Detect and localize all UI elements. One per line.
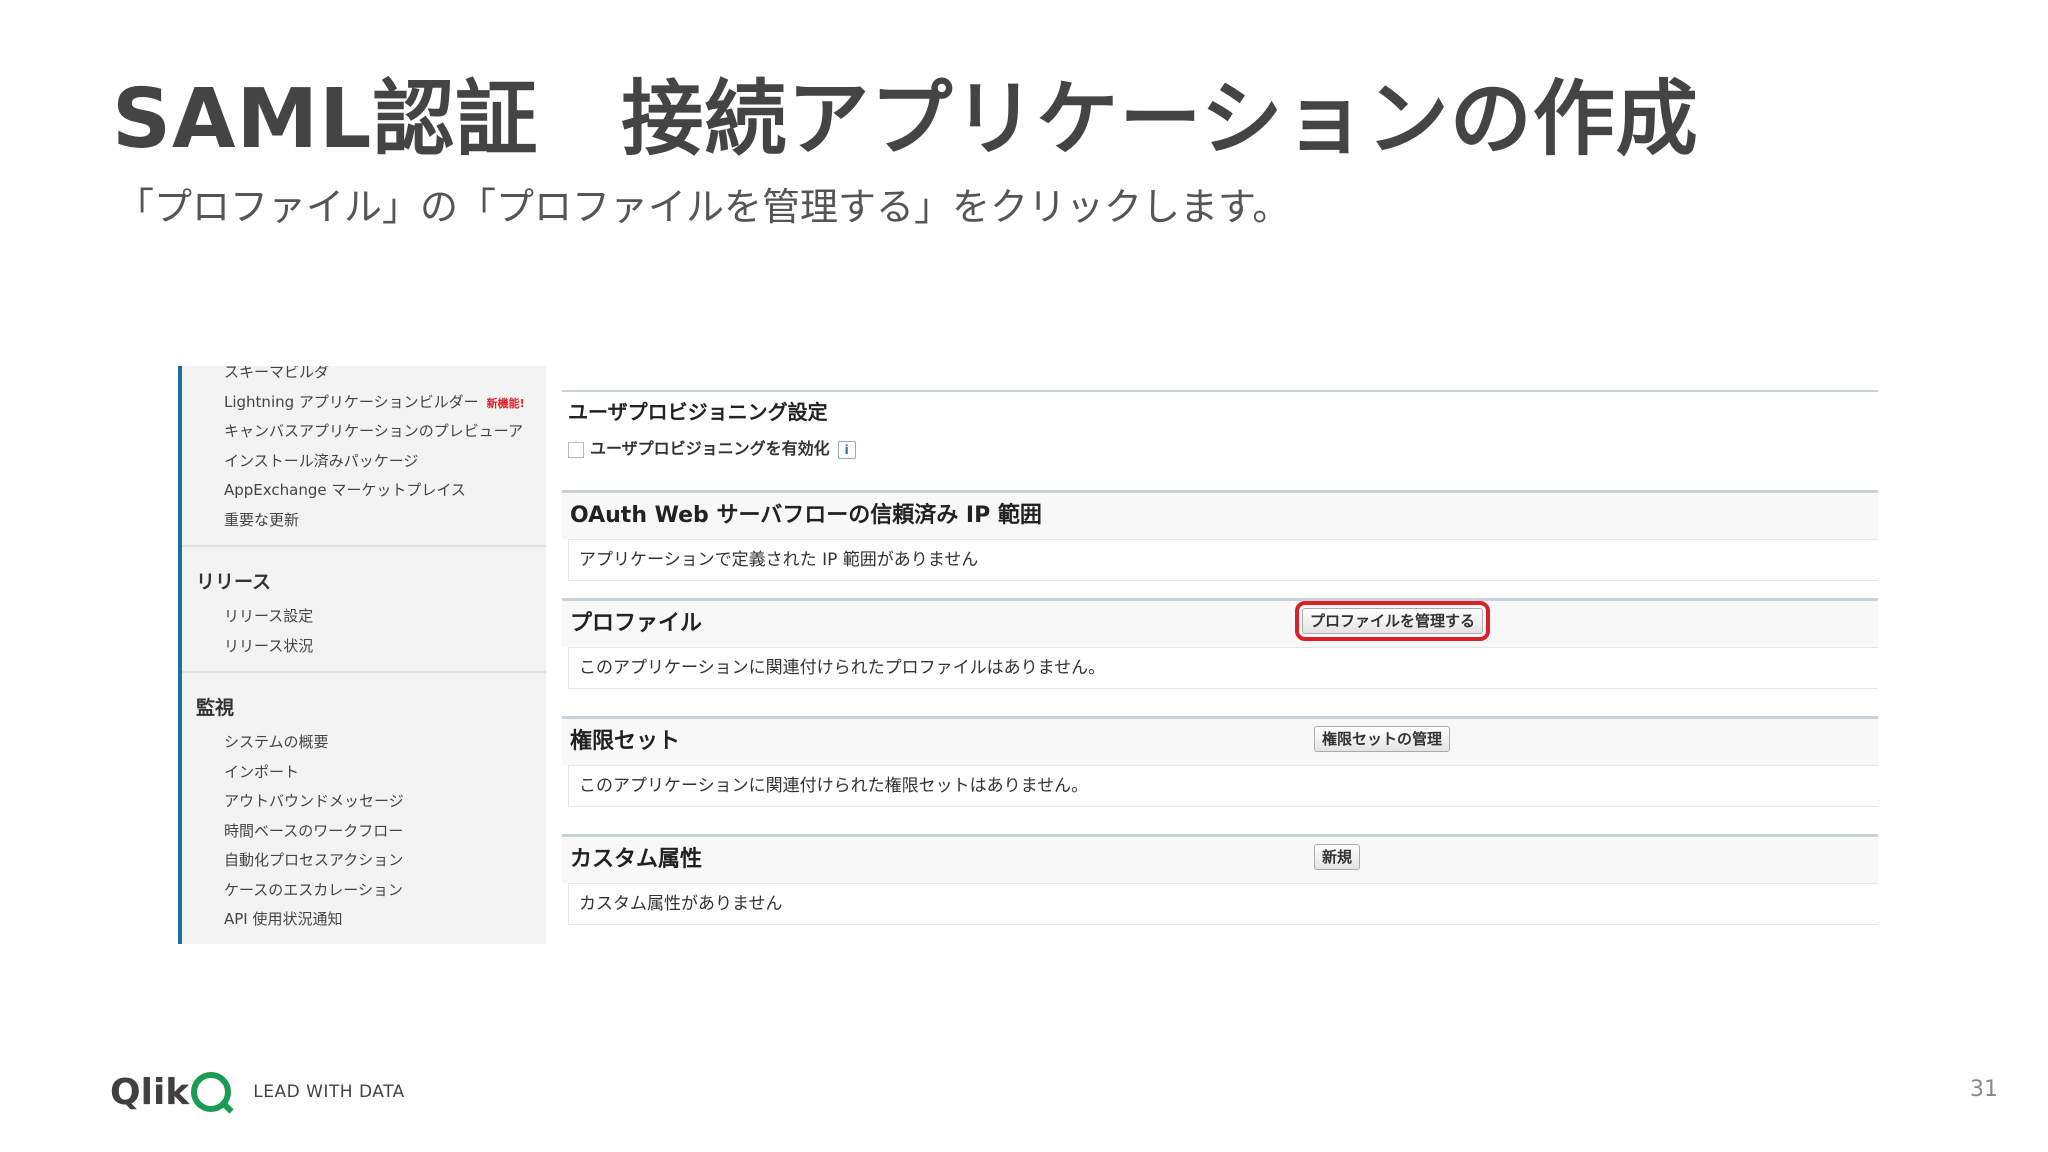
- sidebar-item-appexchange[interactable]: AppExchange マーケットプレイス: [182, 476, 546, 506]
- salesforce-screenshot: スキーマビルダ Lightning アプリケーションビルダー 新機能! キャンバス…: [178, 366, 1878, 944]
- sidebar-item-outbound-messages[interactable]: アウトバウンドメッセージ: [182, 787, 546, 817]
- sidebar-item-label: Lightning アプリケーションビルダー: [224, 392, 479, 411]
- section-body: このアプリケーションに関連付けられた権限セットはありません。: [568, 765, 1878, 807]
- section-title: カスタム属性: [570, 847, 703, 872]
- section-profiles: プロファイル プロファイルを管理する このアプリケーションに関連付けられたプロフ…: [562, 598, 1878, 689]
- sidebar-heading-release[interactable]: リリース: [182, 547, 546, 602]
- logo-tagline: LEAD WITH DATA: [253, 1082, 405, 1102]
- sidebar-item-release-settings[interactable]: リリース設定: [182, 602, 546, 632]
- connected-app-detail: ユーザプロビジョニング設定 ユーザプロビジョニングを有効化 i OAuth Web…: [562, 366, 1878, 944]
- section-body: カスタム属性がありません: [568, 883, 1878, 925]
- section-title: プロファイル: [570, 611, 703, 636]
- section-oauth-ip-ranges: OAuth Web サーバフローの信頼済み IP 範囲 アプリケーションで定義さ…: [562, 490, 1878, 581]
- sidebar-item-time-workflow[interactable]: 時間ベースのワークフロー: [182, 817, 546, 847]
- section-custom-attributes: カスタム属性 新規 カスタム属性がありません: [562, 834, 1878, 925]
- sidebar-item-release-status[interactable]: リリース状況: [182, 632, 546, 662]
- new-badge: 新機能!: [486, 396, 525, 410]
- section-body: このアプリケーションに関連付けられたプロファイルはありません。: [568, 647, 1878, 689]
- qlik-q-icon: [191, 1072, 232, 1112]
- sidebar-item-canvas-previewer[interactable]: キャンバスアプリケーションのプレビューア: [182, 417, 546, 447]
- sidebar-heading-monitor[interactable]: 監視: [182, 673, 546, 728]
- slide-subtitle: 「プロファイル」の「プロファイルを管理する」をクリックします。: [116, 185, 1291, 229]
- logo-wordmark: Qlik: [110, 1071, 190, 1113]
- sidebar-item-api-usage[interactable]: API 使用状況通知: [182, 905, 546, 935]
- page-number: 31: [1970, 1077, 1998, 1102]
- sidebar-item-process-actions[interactable]: 自動化プロセスアクション: [182, 846, 546, 876]
- checkbox-label: ユーザプロビジョニングを有効化: [590, 439, 830, 458]
- new-attribute-button[interactable]: 新規: [1314, 844, 1361, 870]
- provisioning-checkbox-row: ユーザプロビジョニングを有効化 i: [562, 429, 1878, 465]
- manage-permission-sets-button[interactable]: 権限セットの管理: [1314, 726, 1451, 752]
- sidebar-item-import[interactable]: インポート: [182, 758, 546, 788]
- section-body: アプリケーションで定義された IP 範囲がありません: [568, 539, 1878, 581]
- sidebar-item-system-overview[interactable]: システムの概要: [182, 728, 546, 758]
- slide-title: SAML認証 接続アプリケーションの作成: [112, 72, 1699, 167]
- section-header: 権限セット 権限セットの管理: [562, 719, 1878, 765]
- qlik-logo: Qlik LEAD WITH DATA: [110, 1068, 405, 1116]
- sidebar-item-installed-packages[interactable]: インストール済みパッケージ: [182, 447, 546, 477]
- section-title: OAuth Web サーバフローの信頼済み IP 範囲: [562, 493, 1878, 539]
- section-permission-sets: 権限セット 権限セットの管理 このアプリケーションに関連付けられた権限セットはあ…: [562, 716, 1878, 807]
- section-header: カスタム属性 新規: [562, 837, 1878, 883]
- sidebar-item-lightning-builder[interactable]: Lightning アプリケーションビルダー 新機能!: [182, 388, 546, 418]
- sidebar-item-schema-builder[interactable]: スキーマビルダ: [182, 366, 546, 388]
- section-title: ユーザプロビジョニング設定: [568, 400, 828, 424]
- section-user-provisioning: ユーザプロビジョニング設定 ユーザプロビジョニングを有効化 i: [562, 390, 1878, 465]
- info-icon[interactable]: i: [837, 440, 856, 459]
- section-title: 権限セット: [570, 729, 681, 754]
- provisioning-checkbox[interactable]: [568, 441, 584, 458]
- sidebar-item-case-escalation[interactable]: ケースのエスカレーション: [182, 876, 546, 906]
- setup-sidebar: スキーマビルダ Lightning アプリケーションビルダー 新機能! キャンバス…: [178, 366, 546, 944]
- manage-profiles-button[interactable]: プロファイルを管理する: [1294, 601, 1491, 641]
- sidebar-item-critical-updates[interactable]: 重要な更新: [182, 506, 546, 536]
- section-header: プロファイル プロファイルを管理する: [562, 601, 1878, 647]
